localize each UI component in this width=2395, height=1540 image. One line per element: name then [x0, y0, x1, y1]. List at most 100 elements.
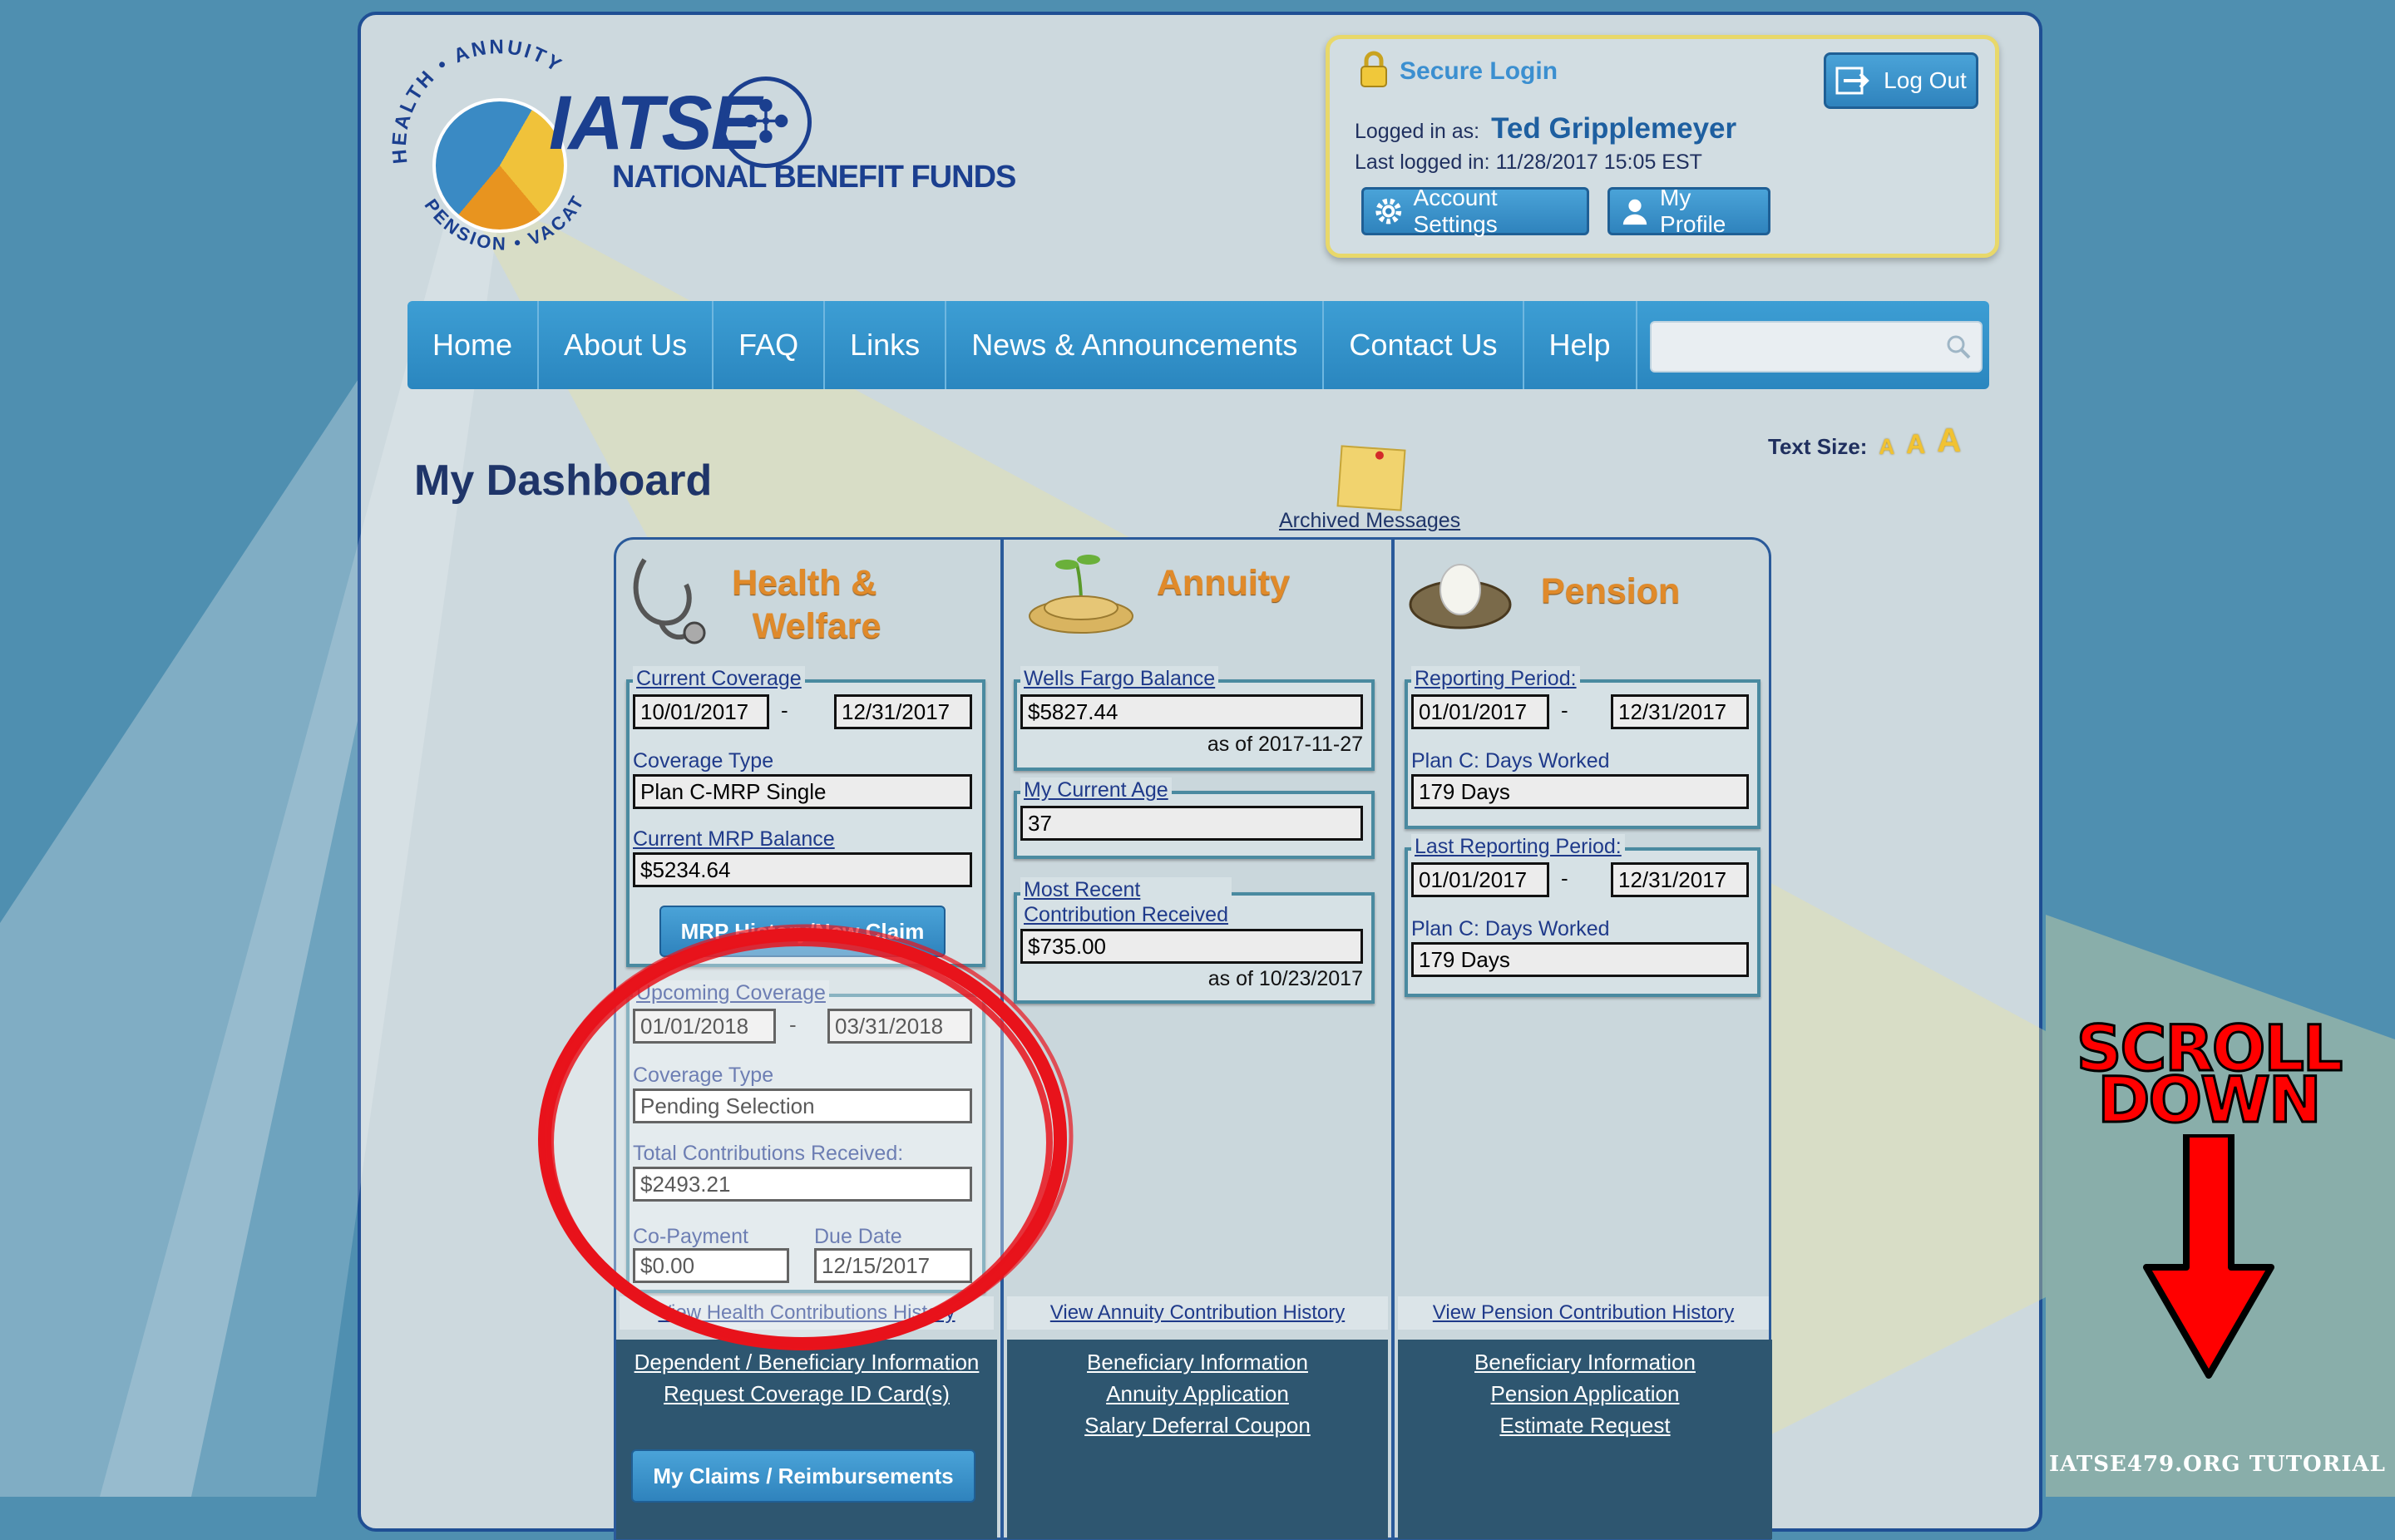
current-coverage-legend[interactable]: Current Coverage [633, 666, 805, 691]
logo-subtitle: NATIONAL BENEFIT FUNDS [612, 160, 1016, 195]
text-size-control: Text Size: A A A [1768, 422, 1961, 460]
user-name: Ted Gripplemeyer [1491, 112, 1737, 145]
request-id-card-link[interactable]: Request Coverage ID Card(s) [616, 1378, 997, 1409]
recent-contribution-asof: as of 10/23/2017 [1207, 967, 1363, 990]
health-history-link[interactable]: View Health Contributions History [658, 1301, 955, 1325]
pension-links-block: Beneficiary Information Pension Applicat… [1398, 1340, 1772, 1539]
page-title: My Dashboard [414, 457, 713, 505]
reporting-period-legend[interactable]: Reporting Period: [1411, 666, 1580, 691]
dependent-beneficiary-link[interactable]: Dependent / Beneficiary Information [616, 1346, 997, 1378]
mrp-balance-label[interactable]: Current MRP Balance [633, 827, 835, 851]
pension-application-link[interactable]: Pension Application [1398, 1378, 1772, 1409]
dashboard-panel: Health & Welfare Current Coverage 10/01/… [614, 537, 1772, 1540]
text-size-large[interactable]: A [1937, 422, 1961, 460]
pin-icon [1375, 451, 1385, 460]
last-reporting-period-group: Last Reporting Period: 01/01/2017 - 12/3… [1405, 834, 1760, 997]
current-coverage-from: 10/01/2017 [633, 694, 769, 729]
annuity-bottom-links: Beneficiary Information Annuity Applicat… [1007, 1346, 1388, 1441]
main-nav: Home About Us FAQ Links News & Announcem… [407, 301, 1989, 389]
wells-fargo-legend[interactable]: Wells Fargo Balance [1020, 666, 1219, 691]
days-worked-value: 179 Days [1411, 774, 1749, 809]
search-input[interactable] [1650, 321, 1983, 373]
current-coverage-to: 12/31/2017 [834, 694, 972, 729]
wells-fargo-group: Wells Fargo Balance $5827.44 as of 2017-… [1014, 666, 1375, 771]
pension-title: Pension [1541, 571, 1681, 611]
recent-label-line1: Most Recent [1024, 878, 1141, 901]
annuity-application-link[interactable]: Annuity Application [1007, 1378, 1388, 1409]
health-bottom-links: Dependent / Beneficiary Information Requ… [616, 1346, 997, 1409]
secure-login-box: Secure Login Log Out Logged in as: Ted Gr… [1326, 35, 1999, 258]
annuity-beneficiary-link[interactable]: Beneficiary Information [1007, 1346, 1388, 1378]
total-contributions-label: Total Contributions Received: [633, 1142, 904, 1165]
search-icon[interactable] [1944, 333, 1973, 361]
account-settings-button[interactable]: Account Settings [1361, 185, 1589, 237]
current-age-legend[interactable]: My Current Age [1020, 777, 1172, 802]
nav-about-us[interactable]: About Us [539, 301, 714, 389]
user-icon [1622, 199, 1647, 225]
recent-contribution-legend[interactable]: Most Recent Contribution Received [1020, 877, 1232, 927]
upcoming-coverage-from: 01/01/2018 [633, 1009, 776, 1044]
text-size-small[interactable]: A [1879, 434, 1894, 460]
union-emblem-icon: ✣ [720, 77, 812, 168]
copay-label: Co-Payment [633, 1225, 748, 1248]
scroll-callout-line2: DOWN [2096, 1063, 2323, 1137]
pension-beneficiary-link[interactable]: Beneficiary Information [1398, 1346, 1772, 1378]
health-title-line2: Welfare [753, 606, 881, 646]
health-welfare-column: Health & Welfare Current Coverage 10/01/… [616, 540, 997, 1539]
lock-icon [1360, 51, 1387, 87]
annuity-history-link[interactable]: View Annuity Contribution History [1050, 1301, 1345, 1325]
due-date-label: Due Date [814, 1225, 902, 1248]
pension-column: Pension Reporting Period: 01/01/2017 - 1… [1391, 540, 1772, 1539]
pension-bottom-links: Beneficiary Information Pension Applicat… [1398, 1346, 1772, 1441]
date-separator: - [781, 698, 788, 723]
recent-label-line2: Contribution Received [1024, 903, 1228, 926]
reporting-from: 01/01/2017 [1411, 694, 1549, 729]
pension-history-link[interactable]: View Pension Contribution History [1433, 1301, 1734, 1325]
mrp-balance-value: $5234.64 [633, 852, 972, 887]
copay-value: $0.00 [633, 1248, 789, 1283]
down-arrow-icon [2143, 1131, 2274, 1379]
pension-history-bar: View Pension Contribution History [1398, 1296, 1769, 1330]
date-separator: - [1561, 698, 1568, 723]
logo-sun-icon [432, 98, 567, 233]
days-worked-label: Plan C: Days Worked [1411, 749, 1610, 772]
health-links-block: Dependent / Beneficiary Information Requ… [616, 1340, 997, 1539]
my-claims-button[interactable]: My Claims / Reimbursements [631, 1449, 975, 1503]
salary-deferral-link[interactable]: Salary Deferral Coupon [1007, 1409, 1388, 1441]
my-profile-button[interactable]: My Profile [1607, 185, 1770, 237]
nav-help[interactable]: Help [1524, 301, 1637, 389]
my-profile-label: My Profile [1660, 185, 1726, 237]
mrp-history-button[interactable]: MRP History/New Claim [659, 906, 946, 957]
logged-in-line: Logged in as: Ted Gripplemeyer [1355, 112, 1736, 146]
current-age-group: My Current Age 37 [1014, 777, 1375, 859]
stethoscope-icon [633, 558, 706, 644]
nav-faq[interactable]: FAQ [714, 301, 826, 389]
current-coverage-group: Current Coverage 10/01/2017 - 12/31/2017… [626, 666, 985, 967]
last-days-worked-value: 179 Days [1411, 942, 1749, 977]
upcoming-coverage-legend[interactable]: Upcoming Coverage [633, 980, 829, 1005]
iatse-logo[interactable]: HEALTH • ANNUITY PENSION • VACATION IATS… [391, 30, 1016, 263]
text-size-medium[interactable]: A [1906, 429, 1925, 460]
reporting-period-group: Reporting Period: 01/01/2017 - 12/31/201… [1405, 666, 1760, 829]
last-reporting-legend[interactable]: Last Reporting Period: [1411, 834, 1625, 859]
secure-login-title: Secure Login [1400, 57, 1558, 85]
logout-label: Log Out [1884, 67, 1967, 93]
logged-in-label: Logged in as: [1355, 120, 1480, 143]
due-date-value: 12/15/2017 [814, 1248, 972, 1283]
sticky-note-icon[interactable] [1336, 445, 1406, 511]
last-reporting-to: 12/31/2017 [1611, 862, 1749, 897]
last-days-worked-label: Plan C: Days Worked [1411, 917, 1610, 940]
nav-links[interactable]: Links [825, 301, 947, 389]
recent-contribution-group: Most Recent Contribution Received $735.0… [1014, 877, 1375, 1004]
logout-button[interactable]: Log Out [1824, 52, 1978, 109]
coverage-type-value: Plan C-MRP Single [633, 774, 972, 809]
nav-contact-us[interactable]: Contact Us [1324, 301, 1524, 389]
estimate-request-link[interactable]: Estimate Request [1398, 1409, 1772, 1441]
upcoming-coverage-to: 03/31/2018 [827, 1009, 972, 1044]
annuity-title: Annuity [1157, 563, 1291, 603]
gear-icon [1375, 198, 1402, 225]
nav-home[interactable]: Home [407, 301, 540, 389]
date-separator: - [1561, 866, 1568, 891]
archived-messages-link[interactable]: Archived Messages [1279, 509, 1460, 533]
nav-news-announcements[interactable]: News & Announcements [946, 301, 1325, 389]
